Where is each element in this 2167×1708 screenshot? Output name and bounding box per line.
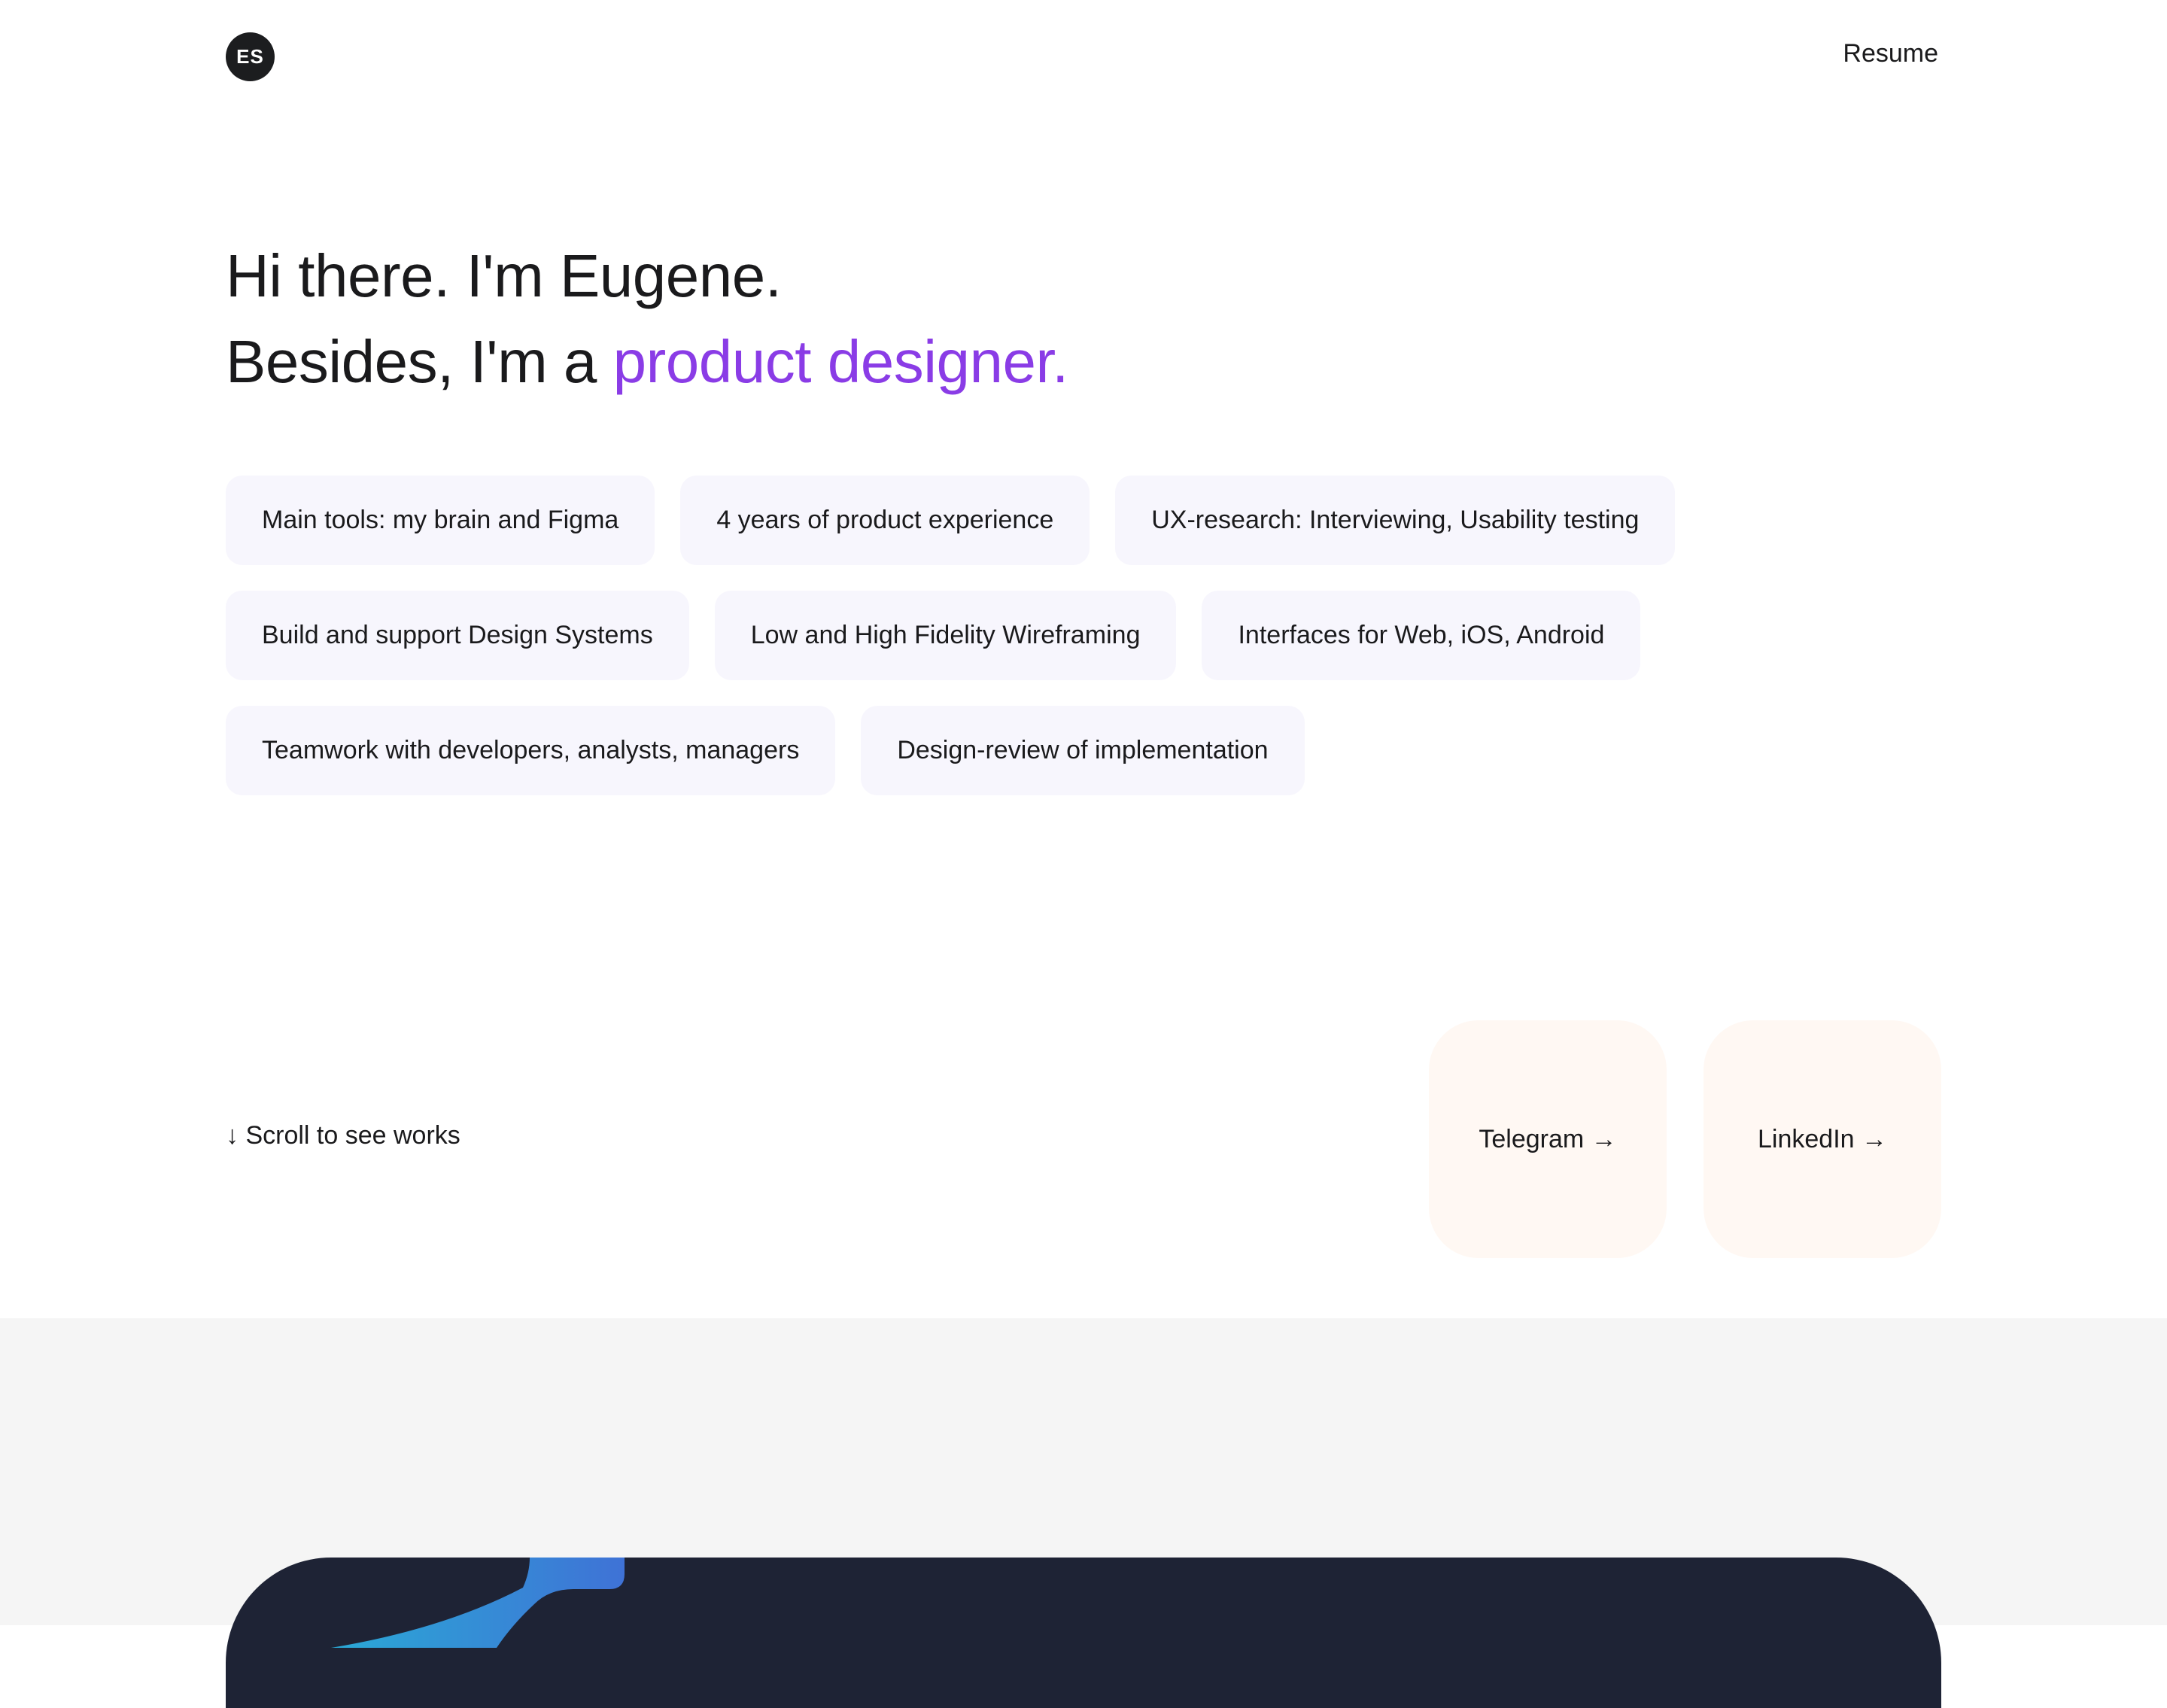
skills-row-2: Build and support Design Systems Low and… bbox=[226, 591, 1731, 680]
work-card[interactable] bbox=[226, 1558, 1941, 1708]
headline-accent: product designer. bbox=[612, 328, 1069, 395]
work-card-artwork bbox=[331, 1558, 625, 1648]
skill-chip: Teamwork with developers, analysts, mana… bbox=[226, 706, 836, 795]
scroll-hint[interactable]: ↓ Scroll to see works bbox=[226, 1121, 460, 1150]
logo-initials: ES bbox=[236, 45, 264, 68]
telegram-button[interactable]: Telegram → bbox=[1429, 1020, 1667, 1258]
skills-list: Main tools: my brain and Figma 4 years o… bbox=[226, 476, 1731, 821]
telegram-label: Telegram → bbox=[1479, 1124, 1617, 1153]
artwork-blue-shape bbox=[331, 1558, 625, 1648]
skill-chip: Main tools: my brain and Figma bbox=[226, 476, 655, 565]
resume-link[interactable]: Resume bbox=[1843, 39, 1938, 68]
skill-chip: Build and support Design Systems bbox=[226, 591, 689, 680]
headline-line-2-prefix: Besides, I'm a bbox=[226, 328, 613, 395]
skills-row-3: Teamwork with developers, analysts, mana… bbox=[226, 706, 1731, 795]
skill-chip: Low and High Fidelity Wireframing bbox=[714, 591, 1177, 680]
skills-row-1: Main tools: my brain and Figma 4 years o… bbox=[226, 476, 1731, 565]
skill-chip: Design-review of implementation bbox=[861, 706, 1305, 795]
hero-section: ES Resume Hi there. I'm Eugene. Besides,… bbox=[0, 0, 2167, 1318]
linkedin-label: LinkedIn → bbox=[1758, 1124, 1887, 1153]
skill-chip: Interfaces for Web, iOS, Android bbox=[1202, 591, 1641, 680]
skill-chip: UX-research: Interviewing, Usability tes… bbox=[1115, 476, 1676, 565]
skill-chip: 4 years of product experience bbox=[680, 476, 1090, 565]
logo[interactable]: ES bbox=[226, 32, 275, 81]
page-title: Hi there. I'm Eugene. Besides, I'm a pro… bbox=[226, 233, 1068, 405]
headline-line-1: Hi there. I'm Eugene. bbox=[226, 242, 782, 309]
linkedin-button[interactable]: LinkedIn → bbox=[1704, 1020, 1941, 1258]
